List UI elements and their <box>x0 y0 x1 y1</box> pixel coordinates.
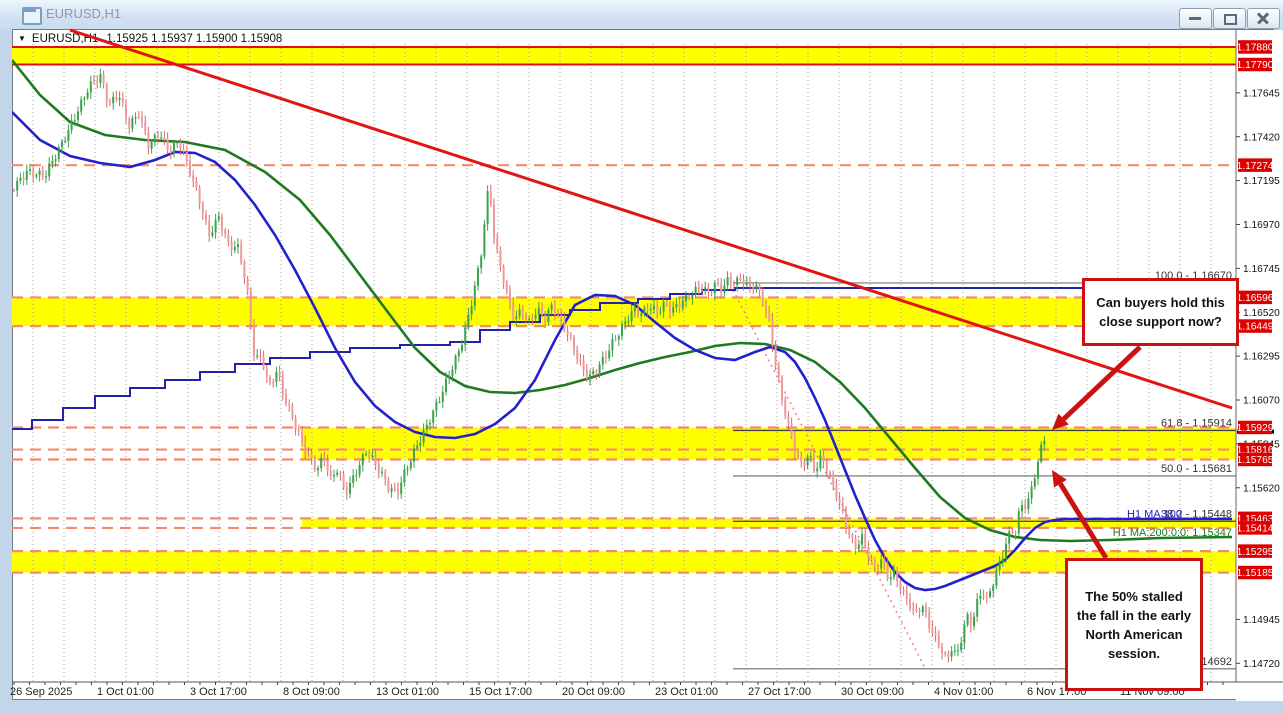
svg-text:1.17880: 1.17880 <box>1237 43 1274 54</box>
svg-text:1.17420: 1.17420 <box>1243 132 1280 143</box>
svg-text:1.16070: 1.16070 <box>1243 396 1280 407</box>
svg-text:1.14720: 1.14720 <box>1243 659 1280 670</box>
svg-text:1.16596: 1.16596 <box>1237 293 1274 304</box>
annotation-text: Can buyers hold this close support now? <box>1091 293 1230 331</box>
svg-text:8 Oct 09:00: 8 Oct 09:00 <box>283 686 340 698</box>
svg-text:1.15414: 1.15414 <box>1237 524 1274 535</box>
svg-text:27 Oct 17:00: 27 Oct 17:00 <box>748 686 811 698</box>
svg-text:1.15929: 1.15929 <box>1237 423 1274 434</box>
svg-text:13 Oct 01:00: 13 Oct 01:00 <box>376 686 439 698</box>
time-axis: 26 Sep 2025 1 Oct 01:00 3 Oct 17:00 8 Oct 0… <box>10 682 1223 698</box>
svg-text:1.16295: 1.16295 <box>1243 352 1280 363</box>
svg-text:H1 MA:100: H1 MA:100 <box>1127 508 1182 520</box>
svg-text:3 Oct 17:00: 3 Oct 17:00 <box>190 686 247 698</box>
plot-area <box>12 44 1236 682</box>
svg-text:23 Oct 01:00: 23 Oct 01:00 <box>655 686 718 698</box>
svg-text:1.17195: 1.17195 <box>1243 176 1280 187</box>
svg-text:1.15765: 1.15765 <box>1237 455 1274 466</box>
svg-text:1.17790: 1.17790 <box>1237 60 1274 71</box>
svg-text:50.0 - 1.15681: 50.0 - 1.15681 <box>1161 463 1232 475</box>
svg-text:1.16745: 1.16745 <box>1243 264 1280 275</box>
svg-text:15 Oct 17:00: 15 Oct 17:00 <box>469 686 532 698</box>
svg-text:1.16520: 1.16520 <box>1243 308 1280 319</box>
gridlines <box>33 44 1211 682</box>
annotation-box-fifty-percent[interactable]: The 50% stalled the fall in the early No… <box>1065 558 1203 691</box>
svg-text:1 Oct 01:00: 1 Oct 01:00 <box>97 686 154 698</box>
svg-text:1.15185: 1.15185 <box>1237 568 1274 579</box>
svg-text:26 Sep 2025: 26 Sep 2025 <box>10 686 72 698</box>
svg-text:1.15295: 1.15295 <box>1237 547 1274 558</box>
svg-text:61.8 - 1.15914: 61.8 - 1.15914 <box>1161 417 1232 429</box>
svg-text:H1 MA:200:0:0: 1.15347: H1 MA:200:0:0: 1.15347 <box>1113 527 1232 539</box>
application-window: { "window": { "title": "EURUSD,H1", "con… <box>0 0 1283 714</box>
svg-text:1.17274: 1.17274 <box>1237 161 1274 172</box>
svg-text:30 Oct 09:00: 30 Oct 09:00 <box>841 686 904 698</box>
svg-text:1.17645: 1.17645 <box>1243 88 1280 99</box>
svg-text:1.14945: 1.14945 <box>1243 615 1280 626</box>
support-resistance-bands <box>12 47 1236 573</box>
svg-text:20 Oct 09:00: 20 Oct 09:00 <box>562 686 625 698</box>
annotation-text: The 50% stalled the fall in the early No… <box>1074 587 1194 663</box>
svg-text:4 Nov 01:00: 4 Nov 01:00 <box>934 686 993 698</box>
svg-text:1.16970: 1.16970 <box>1243 220 1280 231</box>
svg-text:1.15620: 1.15620 <box>1243 483 1280 494</box>
svg-text:1.16449: 1.16449 <box>1237 322 1274 333</box>
annotation-box-support-question[interactable]: Can buyers hold this close support now? <box>1082 278 1239 346</box>
candles-layer <box>13 69 1045 663</box>
